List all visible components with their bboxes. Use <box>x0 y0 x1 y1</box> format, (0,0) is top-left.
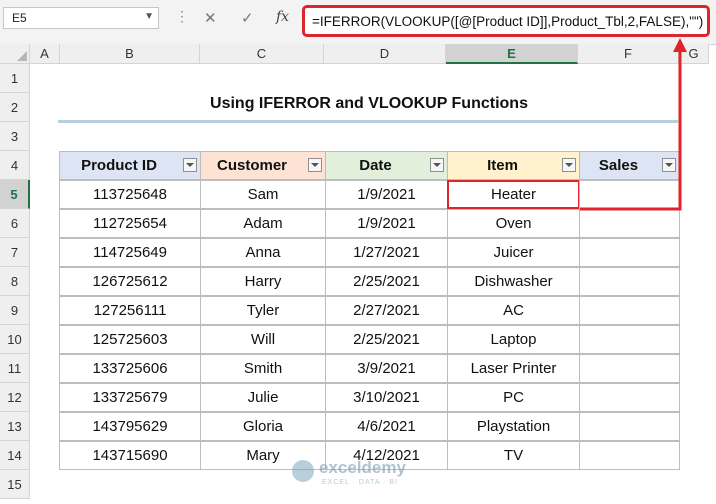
watermark-name: exceldemy <box>319 458 406 477</box>
exceldemy-logo-icon <box>292 460 314 482</box>
watermark-logo: exceldemy EXCEL · DATA · BI <box>292 458 432 488</box>
watermark-tagline: EXCEL · DATA · BI <box>322 479 398 486</box>
annotation-arrow <box>580 38 687 211</box>
